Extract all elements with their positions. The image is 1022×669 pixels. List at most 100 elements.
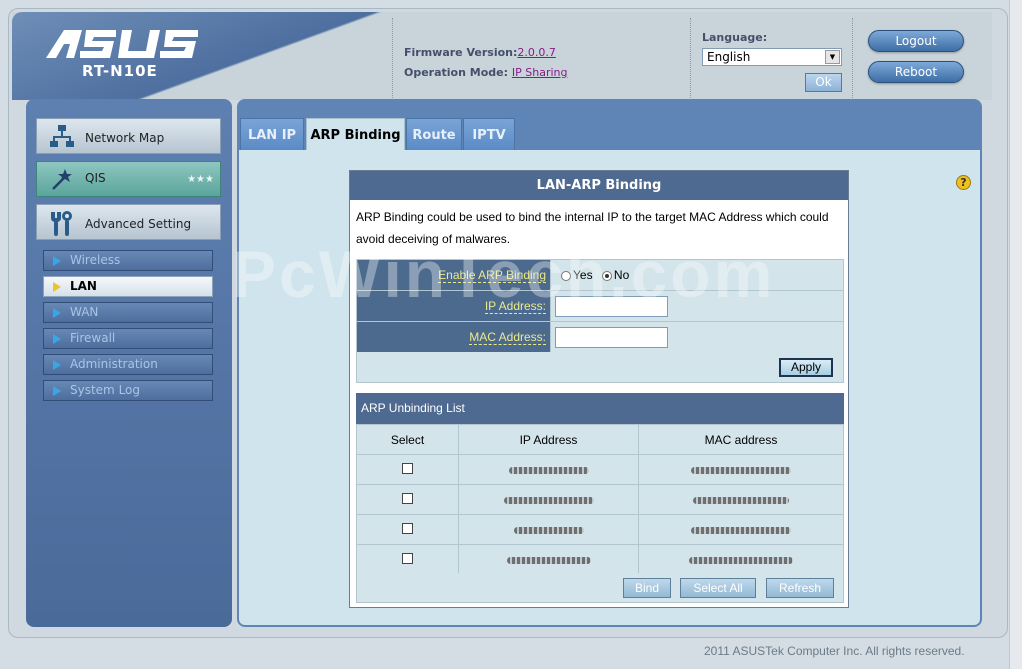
firmware-label: Firmware Version: [404,46,518,59]
sidebar-item-administration[interactable]: Administration [43,354,213,375]
radio-yes-label: Yes [573,268,593,282]
menu-advanced-setting[interactable]: Advanced Setting [36,204,221,240]
sidebar-item-label: WAN [70,305,99,319]
stars-icon: ★★★ [187,174,214,185]
asus-logo [46,30,198,58]
refresh-button[interactable]: Refresh [766,578,834,598]
sidebar-item-lan[interactable]: LAN [43,276,213,297]
opmode-link[interactable]: IP Sharing [512,66,568,79]
column-header-mac: MAC address [638,424,844,455]
row-checkbox[interactable] [402,522,413,534]
arrow-icon [53,308,61,318]
arrow-icon [53,360,61,370]
row-checkbox[interactable] [402,492,413,504]
left-menu: Network Map QIS ★★★ Advanced Setting Wir… [26,99,232,627]
bind-button[interactable]: Bind [623,578,671,598]
menu-network-map[interactable]: Network Map [36,118,221,154]
sidebar-item-label: Firewall [70,331,116,345]
obscured-mac [693,496,789,504]
tab-route[interactable]: Route [406,118,462,150]
tab-arp-binding[interactable]: ARP Binding [306,118,405,152]
firmware-block: Firmware Version:2.0.0.7 Operation Mode:… [404,43,567,83]
sidebar-item-wireless[interactable]: Wireless [43,250,213,271]
sidebar-item-wan[interactable]: WAN [43,302,213,323]
sidebar-item-firewall[interactable]: Firewall [43,328,213,349]
unbinding-list-title: ARP Unbinding List [356,393,844,424]
arrow-icon [53,256,61,266]
box-title: LAN-ARP Binding [350,171,848,200]
table-row [356,454,844,485]
mac-address-input[interactable] [555,326,668,348]
mac-address-label: MAC Address: [469,330,546,345]
logo-area: RT-N10E [12,12,432,100]
select-all-button[interactable]: Select All [680,578,756,598]
apply-button[interactable]: Apply [779,358,833,377]
magic-wand-icon [49,167,75,196]
logout-button[interactable]: Logout [868,30,964,52]
language-select[interactable]: English ▼ [702,48,842,66]
firmware-link[interactable]: 2.0.0.7 [517,46,555,59]
tools-icon [49,210,75,241]
enable-arp-label: Enable ARP Binding [438,268,546,283]
sidebar-item-label: Administration [70,357,158,371]
sidebar-item-label: System Log [70,383,140,397]
arp-binding-box: LAN-ARP Binding ARP Binding could be use… [349,170,849,608]
obscured-ip [506,556,591,564]
radio-no-label: No [613,268,630,282]
obscured-ip [503,496,594,504]
reboot-button[interactable]: Reboot [868,61,964,83]
ip-label-cell: IP Address: [356,290,551,322]
language-ok-button[interactable]: Ok [805,73,842,92]
sidebar-item-system-log[interactable]: System Log [43,380,213,401]
divider [392,18,393,98]
radio-yes[interactable] [561,270,571,281]
help-icon[interactable]: ? [956,175,971,190]
language-block: Language: English ▼ [702,31,842,66]
menu-label: Network Map [85,131,165,145]
language-label: Language: [702,31,768,44]
menu-label: QIS [85,171,106,185]
obscured-mac [691,466,791,474]
ip-address-label: IP Address: [484,299,546,314]
apply-row: Apply [356,352,844,383]
arrow-icon [53,386,61,396]
arp-form: Enable ARP Binding Yes No IP Address: MA… [356,259,844,353]
sidebar-item-label: LAN [70,279,97,293]
sidebar-item-label: Wireless [70,253,121,267]
enable-radio-cell: Yes No [550,259,844,291]
row-checkbox[interactable] [402,552,413,564]
column-header-select: Select [356,424,459,455]
tab-iptv[interactable]: IPTV [463,118,515,150]
description-text: ARP Binding could be used to bind the in… [356,210,829,246]
menu-label: Advanced Setting [85,217,192,231]
tab-lan-ip[interactable]: LAN IP [240,118,304,150]
ip-address-input[interactable] [555,295,668,317]
unbinding-table: Select IP Address MAC address [356,424,844,575]
menu-qis[interactable]: QIS ★★★ [36,161,221,197]
table-row [356,544,844,575]
list-button-row: Bind Select All Refresh [356,573,844,603]
obscured-mac [691,526,791,534]
radio-no[interactable] [601,270,612,281]
opmode-label: Operation Mode: [404,66,509,79]
chevron-down-icon[interactable]: ▼ [825,50,840,64]
ip-input-cell [550,290,844,322]
mac-input-cell [550,321,844,353]
enable-label-cell: Enable ARP Binding [356,259,551,291]
table-row [356,484,844,515]
footer-copyright: 2011 ASUSTek Computer Inc. All rights re… [704,644,965,658]
divider [690,18,691,98]
obscured-ip [513,526,584,534]
column-header-ip: IP Address [458,424,639,455]
scrollbar[interactable] [1009,0,1022,669]
divider [852,18,853,98]
arrow-icon [53,334,61,344]
language-value: English [707,50,751,64]
table-header-row: Select IP Address MAC address [356,424,844,455]
network-map-icon [49,124,75,153]
mac-label-cell: MAC Address: [356,321,551,353]
table-row [356,514,844,545]
obscured-ip [508,466,589,474]
obscured-mac [689,556,793,564]
row-checkbox[interactable] [402,462,413,474]
